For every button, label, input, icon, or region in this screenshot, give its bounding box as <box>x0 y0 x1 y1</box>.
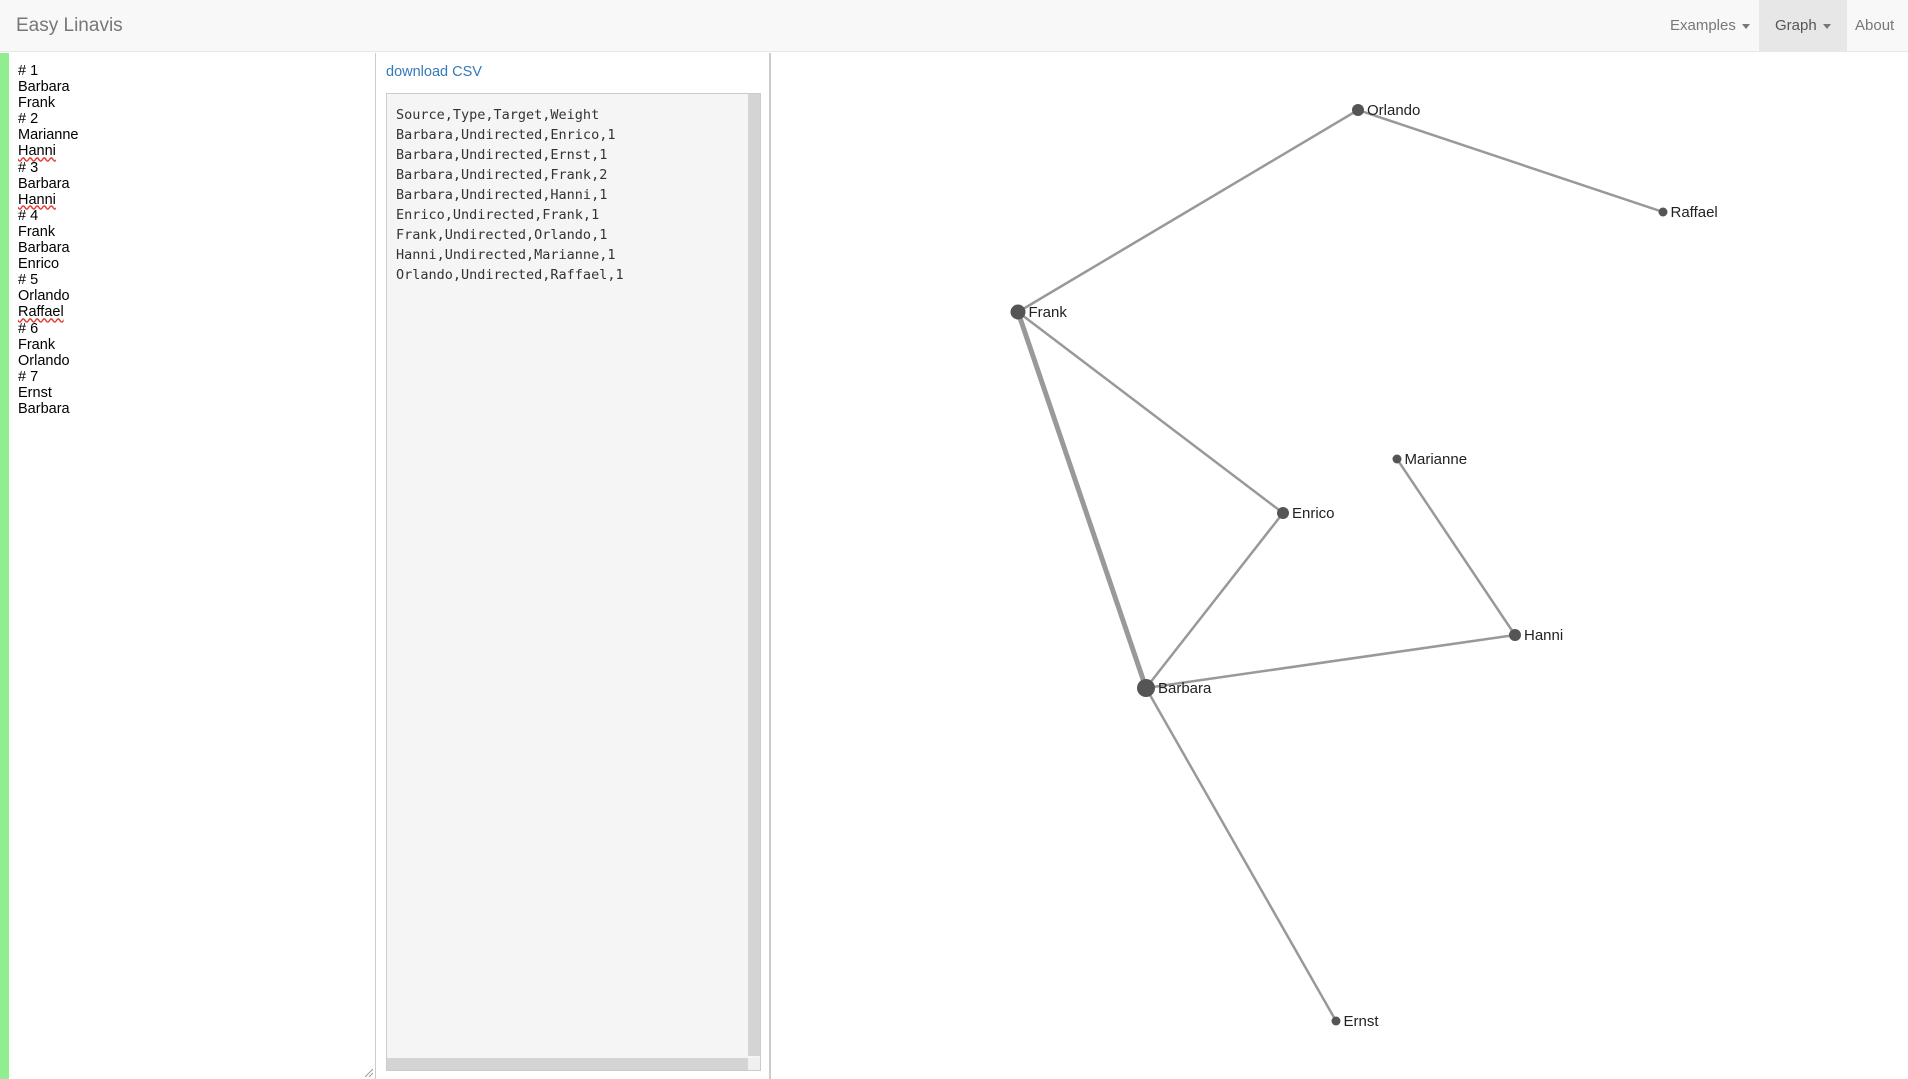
csv-line: Frank,Undirected,Orlando,1 <box>396 227 608 243</box>
editor-line: # 5 <box>18 272 39 289</box>
examples-label: Examples <box>1670 17 1736 34</box>
csv-line: Source,Type,Target,Weight <box>396 107 600 123</box>
editor-line: # 4 <box>18 207 39 224</box>
csv-line: Orlando,Undirected,Raffael,1 <box>396 267 624 283</box>
graph-node-ernst[interactable] <box>1331 1016 1341 1026</box>
graph-node-label: Barbara <box>1158 680 1212 697</box>
graph-edge-enrico-frank <box>1016 310 1285 515</box>
graph-node-hanni[interactable] <box>1509 629 1521 641</box>
graph-node-label: Ernst <box>1344 1013 1380 1030</box>
top-navbar: Easy Linavis Examples Graph About <box>0 0 1908 52</box>
examples-dropdown[interactable]: Examples <box>1654 0 1766 51</box>
graph-view[interactable]: Orlando Raffael Frank Marianne Enrico Hanni Ba… <box>773 53 1908 1079</box>
csv-output[interactable]: Source,Type,Target,Weight Barbara,Undirec… <box>386 93 761 1071</box>
resize-grip-icon[interactable] <box>363 1067 373 1077</box>
csv-text: Source,Type,Target,Weight Barbara,Undirec… <box>396 105 624 285</box>
graph-node-label: Orlando <box>1367 102 1420 119</box>
csv-line: Barbara,Undirected,Hanni,1 <box>396 187 608 203</box>
chevron-down-icon <box>1822 23 1831 29</box>
graph-edge-orlando-raffael <box>1356 108 1665 214</box>
download-csv-link[interactable]: download CSV <box>386 64 482 80</box>
editor-text[interactable]: # 1 Barbara Frank # 2 Marianne Hanni # 3 Barbar… <box>18 63 78 417</box>
graph-edge-barbara-frank <box>1015 309 1149 691</box>
editor-line: Orlando <box>18 288 70 305</box>
editor-line: Barbara <box>18 240 70 257</box>
graph-node-raffael[interactable] <box>1658 207 1668 217</box>
editor-line: Frank <box>18 336 56 353</box>
editor-line: # 6 <box>18 320 39 337</box>
csv-line: Hanni,Undirected,Marianne,1 <box>396 247 616 263</box>
graph-node-enrico[interactable] <box>1277 507 1289 519</box>
editor-line: Hanni <box>18 143 56 160</box>
editor-line: Barbara <box>18 175 70 192</box>
csv-line: Barbara,Undirected,Frank,2 <box>396 167 608 183</box>
editor-status-bar <box>0 53 9 1079</box>
editor-line: Raffael <box>18 304 64 321</box>
editor-line: Ernst <box>18 384 52 401</box>
editor-line: # 2 <box>18 111 39 128</box>
editor-line: Frank <box>18 95 56 112</box>
editor-line: Marianne <box>18 127 79 144</box>
editor-line: Enrico <box>18 256 60 273</box>
input-editor[interactable]: # 1 Barbara Frank # 2 Marianne Hanni # 3 Barbar… <box>0 53 376 1079</box>
editor-line: Hanni <box>18 191 56 208</box>
graph-node-marianne[interactable] <box>1392 454 1402 464</box>
editor-line: # 1 <box>18 63 39 79</box>
graph-node-label: Frank <box>1029 304 1068 321</box>
graph-edge-frank-orlando <box>1016 108 1360 314</box>
graph-dropdown[interactable]: Graph <box>1759 0 1847 51</box>
csv-panel: download CSV Source,Type,Target,Weight Ba… <box>377 53 771 1079</box>
graph-node-label: Hanni <box>1524 627 1563 644</box>
editor-line: Orlando <box>18 352 70 369</box>
graph-edge-barbara-enrico <box>1144 511 1285 690</box>
graph-node-frank[interactable] <box>1010 304 1026 320</box>
graph-node-label: Marianne <box>1405 451 1468 468</box>
about-label: About <box>1855 17 1895 34</box>
graph-node-label: Raffael <box>1671 204 1718 221</box>
graph-node-orlando[interactable] <box>1352 104 1364 116</box>
csv-line: Barbara,Undirected,Enrico,1 <box>396 127 616 143</box>
graph-edge-barbara-ernst <box>1144 686 1338 1023</box>
editor-line: Barbara <box>18 79 70 96</box>
csv-line: Barbara,Undirected,Ernst,1 <box>396 147 608 163</box>
graph-node-barbara[interactable] <box>1137 679 1155 697</box>
editor-line: Frank <box>18 223 56 240</box>
scrollbar-corner <box>748 1058 760 1070</box>
horizontal-scrollbar[interactable] <box>387 1058 749 1070</box>
graph-node-label: Enrico <box>1292 505 1335 522</box>
editor-line: Barbara <box>18 400 70 417</box>
editor-line: # 7 <box>18 368 39 385</box>
vertical-scrollbar[interactable] <box>748 94 760 1056</box>
network-graph[interactable]: Orlando Raffael Frank Marianne Enrico Hanni Ba… <box>773 53 1908 1079</box>
graph-label: Graph <box>1775 17 1817 34</box>
app-brand[interactable]: Easy Linavis <box>16 15 123 37</box>
chevron-down-icon <box>1741 23 1750 29</box>
csv-line: Enrico,Undirected,Frank,1 <box>396 207 600 223</box>
editor-line: # 3 <box>18 159 39 176</box>
about-link[interactable]: About <box>1839 0 1908 51</box>
graph-edge-hanni-marianne <box>1395 457 1517 637</box>
